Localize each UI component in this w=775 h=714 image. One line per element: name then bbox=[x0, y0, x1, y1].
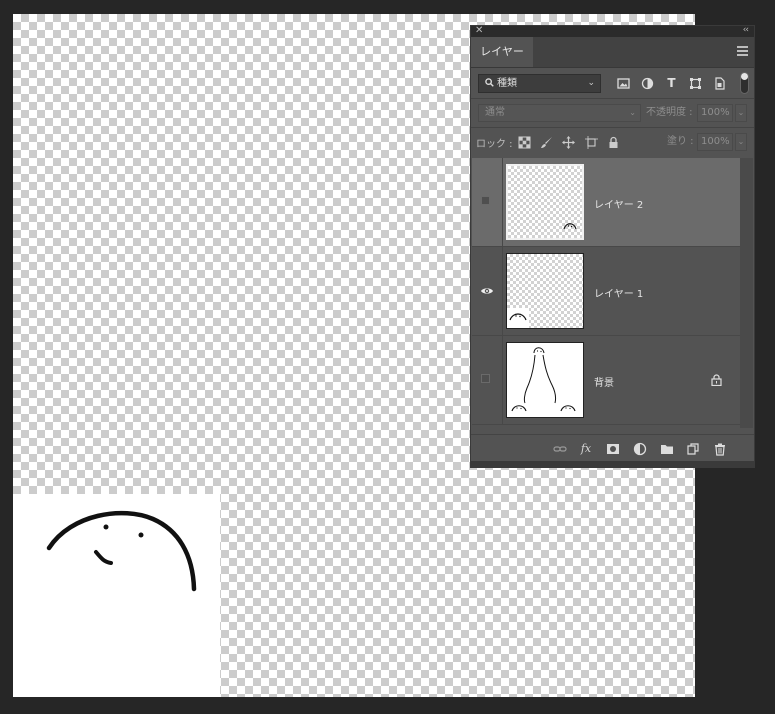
move-icon[interactable] bbox=[562, 136, 575, 149]
shape-layer-filter-icon[interactable] bbox=[689, 77, 702, 90]
pixel-layer-filter-icon[interactable] bbox=[617, 77, 630, 90]
filter-toggle-switch[interactable] bbox=[740, 72, 749, 94]
layer-list-scrollbar[interactable] bbox=[740, 158, 753, 428]
eye-icon[interactable] bbox=[480, 286, 494, 296]
layer-name[interactable]: レイヤー 1 bbox=[594, 285, 643, 300]
visibility-off-box bbox=[481, 374, 490, 383]
layers-panel: ✕ ‹‹ レイヤー 種類 ⌄ T 通常 ⌄ 不透明度: 100% ⌄ ロック … bbox=[470, 25, 755, 468]
filter-type-value: 種類 bbox=[497, 78, 517, 89]
visibility-off-box bbox=[481, 196, 490, 205]
collapse-icon[interactable]: ‹‹ bbox=[743, 24, 749, 37]
layer-row-layer-2[interactable]: レイヤー 2 bbox=[472, 158, 740, 247]
visibility-toggle[interactable] bbox=[472, 336, 503, 424]
face-drawing bbox=[46, 510, 197, 592]
panel-footer: fx bbox=[471, 434, 754, 463]
new-group-icon[interactable] bbox=[660, 442, 674, 456]
brush-icon[interactable] bbox=[540, 136, 553, 149]
panel-menu-icon[interactable] bbox=[737, 46, 748, 56]
opacity-dropdown-icon[interactable]: ⌄ bbox=[735, 104, 747, 122]
lock-label: ロック : bbox=[476, 139, 513, 150]
layer-name[interactable]: 背景 bbox=[594, 374, 614, 389]
layer-row-layer-1[interactable]: レイヤー 1 bbox=[472, 247, 740, 336]
lock-icon bbox=[711, 374, 722, 386]
link-layers-icon[interactable] bbox=[553, 442, 567, 456]
layer-thumbnail bbox=[506, 253, 584, 329]
chevron-down-icon: ⌄ bbox=[587, 78, 595, 88]
artboard-icon[interactable] bbox=[585, 136, 598, 149]
fill-field[interactable]: 100% bbox=[697, 133, 733, 151]
type-layer-filter-icon[interactable]: T bbox=[665, 77, 678, 90]
blend-mode-value: 通常 bbox=[485, 107, 505, 118]
layer-name[interactable]: レイヤー 2 bbox=[594, 196, 643, 211]
visibility-toggle[interactable] bbox=[472, 158, 503, 246]
layer-row-background[interactable]: 背景 bbox=[472, 336, 740, 425]
opacity-label: 不透明度 : bbox=[646, 107, 693, 118]
panel-titlebar: ✕ ‹‹ bbox=[471, 24, 754, 37]
close-icon[interactable]: ✕ bbox=[475, 24, 483, 37]
smart-object-filter-icon[interactable] bbox=[713, 77, 726, 90]
lock-all-icon[interactable] bbox=[607, 136, 620, 149]
layer-list: レイヤー 2 レイヤー 1 背景 bbox=[472, 158, 740, 428]
filter-type-select[interactable]: 種類 ⌄ bbox=[478, 74, 601, 93]
add-mask-icon[interactable] bbox=[606, 442, 620, 456]
tab-layers[interactable]: レイヤー bbox=[471, 37, 533, 67]
adjustment-layer-filter-icon[interactable] bbox=[641, 77, 654, 90]
chevron-down-icon: ⌄ bbox=[629, 108, 636, 117]
lock-transparent-pixels-icon[interactable] bbox=[518, 136, 531, 149]
panel-resize-edge[interactable] bbox=[471, 461, 754, 467]
fx-icon[interactable]: fx bbox=[579, 442, 593, 456]
fill-label: 塗り : bbox=[667, 136, 694, 147]
new-adjustment-layer-icon[interactable] bbox=[633, 442, 647, 456]
new-layer-icon[interactable] bbox=[686, 442, 700, 456]
layer-thumbnail bbox=[506, 342, 584, 418]
search-icon bbox=[485, 78, 494, 87]
panel-tab-row: レイヤー bbox=[471, 37, 754, 68]
background-layer-content bbox=[13, 494, 220, 697]
fill-dropdown-icon[interactable]: ⌄ bbox=[735, 133, 747, 151]
blend-mode-select[interactable]: 通常 ⌄ bbox=[478, 104, 641, 122]
delete-layer-icon[interactable] bbox=[713, 442, 727, 456]
filter-row: 種類 ⌄ T bbox=[471, 68, 754, 98]
layer-thumbnail bbox=[506, 164, 584, 240]
lock-row: ロック : 塗り : 100% ⌄ bbox=[471, 128, 754, 157]
visibility-toggle[interactable] bbox=[472, 247, 503, 335]
opacity-field[interactable]: 100% bbox=[697, 104, 733, 122]
blend-row: 通常 ⌄ 不透明度 : 100% ⌄ bbox=[471, 99, 754, 127]
